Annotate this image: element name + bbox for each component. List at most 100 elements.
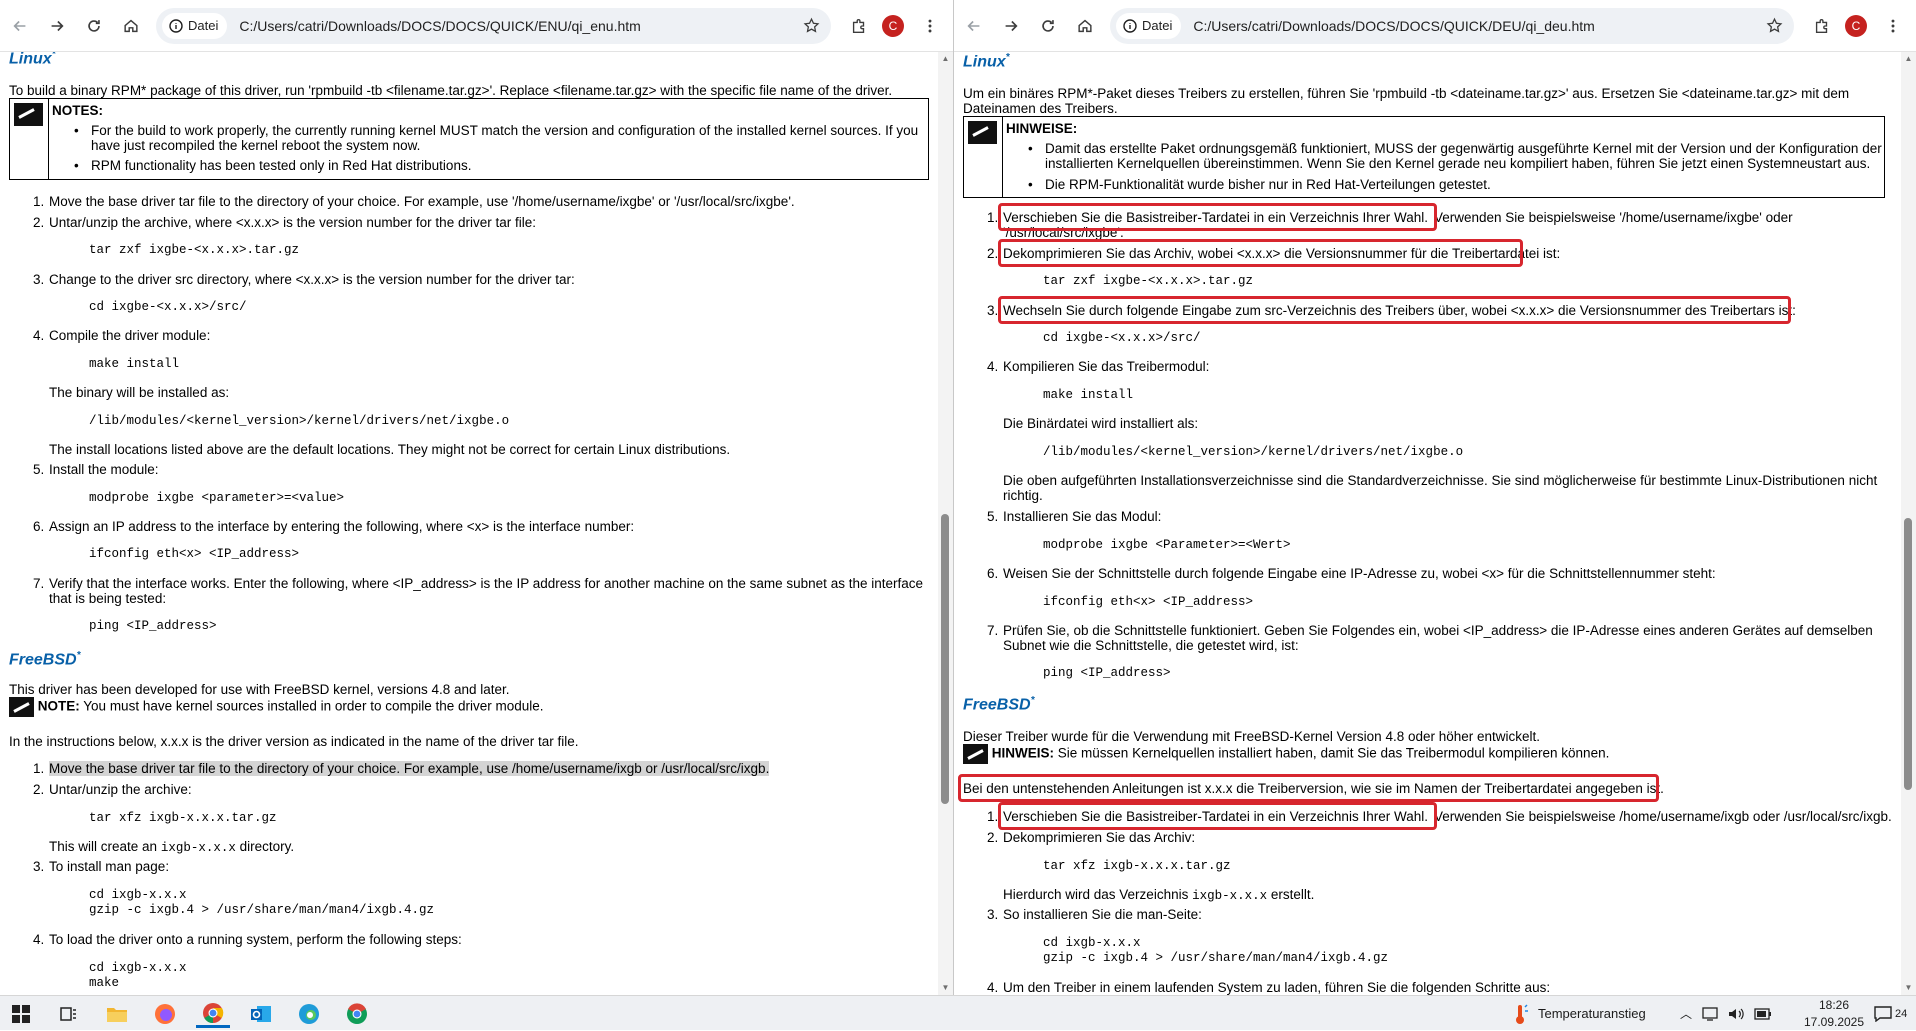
scroll-up-icon[interactable]: ▲ (940, 54, 951, 64)
battery-icon[interactable] (1754, 1007, 1772, 1020)
outlook-icon[interactable] (244, 1000, 278, 1028)
notes-box: HINWEISE: Damit das erstellte Paket ordn… (963, 116, 1885, 198)
notification-center[interactable]: 24 (1874, 996, 1907, 1031)
step-4: Kompilieren Sie das Treibermodul: (1003, 359, 1210, 374)
rpm-intro: To build a binary RPM* package of this d… (9, 83, 893, 98)
step-1: Move the base driver tar file to the dir… (49, 194, 795, 209)
url-text[interactable]: C:/Users/catri/Downloads/DOCS/DOCS/QUICK… (1193, 18, 1760, 34)
text: erstellt. (1270, 887, 1315, 902)
start-windows-icon[interactable] (4, 1000, 38, 1028)
code-ifconfig: ifconfig eth<x> <IP_address> (1043, 595, 1254, 609)
fb-step-4: Um den Treiber in einem laufenden System… (1003, 980, 1551, 995)
menu-kebab-icon[interactable] (1876, 9, 1910, 43)
bookmark-star-icon[interactable] (797, 12, 825, 40)
tray-chevron-up-icon[interactable]: ︿ (1680, 1005, 1692, 1022)
code-ping: ping <IP_address> (89, 619, 217, 633)
fb-step-4: To load the driver onto a running system… (49, 932, 462, 947)
chat-bubble-icon (1874, 1005, 1892, 1022)
extensions-icon[interactable] (842, 9, 876, 43)
vertical-scrollbar[interactable]: ▲ ▼ (1901, 52, 1916, 995)
heading-sup: * (76, 650, 81, 661)
address-bar[interactable]: Datei C:/Users/catri/Downloads/DOCS/DOCS… (156, 7, 831, 44)
url-text[interactable]: C:/Users/catri/Downloads/DOCS/DOCS/QUICK… (239, 18, 797, 34)
step-number: 1. (33, 194, 45, 209)
step-number: 4. (33, 932, 45, 947)
browser-window-right: Datei C:/Users/catri/Downloads/DOCS/DOCS… (954, 0, 1916, 995)
forward-button[interactable] (994, 9, 1028, 43)
file-explorer-icon[interactable] (100, 1000, 134, 1028)
forward-button[interactable] (40, 9, 74, 43)
clock[interactable]: 18:26 17.09.2025 (1804, 996, 1864, 1031)
fb-step-1-selected[interactable]: Move the base driver tar file to the dir… (49, 761, 770, 776)
linux-heading-text: Linux (9, 52, 52, 68)
chrome-alt-icon[interactable] (340, 1000, 374, 1028)
fb-step-1-rest: Verwenden Sie beispielsweise /home/usern… (1434, 809, 1892, 824)
freebsd-intro: Dieser Treiber wurde für die Verwendung … (963, 729, 1541, 744)
note-text: You must have kernel sources installed i… (83, 698, 544, 714)
page-content: Linux* Um ein binäres RPM*-Paket dieses … (954, 52, 1916, 995)
back-arrow-icon (967, 20, 980, 31)
note-item-2: RPM functionality has been tested only i… (74, 158, 471, 173)
profile-avatar[interactable]: C (882, 14, 904, 37)
notes-title: NOTES: (52, 103, 104, 118)
step-number: 2. (987, 246, 999, 261)
note-label: NOTE: (37, 698, 80, 714)
note-pencil-icon (963, 744, 988, 764)
highlight-box (998, 296, 1791, 324)
vertical-scrollbar[interactable]: ▲ ▼ (938, 52, 953, 995)
step-2: Untar/unzip the archive, where <x.x.x> i… (49, 215, 536, 230)
menu-kebab-icon[interactable] (913, 9, 947, 43)
network-icon[interactable] (1702, 1006, 1718, 1021)
step-number: 2. (33, 782, 45, 797)
text: directory. (239, 839, 295, 854)
step-number: 3. (33, 272, 45, 287)
rpm-intro: Um ein binäres RPM*-Paket dieses Treiber… (963, 86, 1850, 101)
fb-step-2: Dekomprimieren Sie das Archiv: (1003, 830, 1196, 845)
heading-sup: * (1005, 52, 1010, 63)
code-cd: cd ixgbe-<x.x.x>/src/ (1043, 331, 1201, 345)
bookmark-star-icon[interactable] (1760, 12, 1788, 40)
edge-icon[interactable] (292, 1000, 326, 1028)
weather-widget[interactable]: Temperaturanstieg (1512, 996, 1646, 1031)
weather-text: Temperaturanstieg (1538, 1006, 1646, 1021)
scroll-down-icon[interactable]: ▼ (940, 983, 951, 993)
inline-code: ixgb-x.x.x (160, 841, 236, 855)
reload-icon (1042, 19, 1054, 32)
scroll-down-icon[interactable]: ▼ (1903, 983, 1914, 993)
forward-arrow-icon (51, 20, 64, 31)
site-info-chip[interactable]: Datei (1116, 12, 1182, 39)
scrollbar-thumb[interactable] (1904, 518, 1912, 790)
note-text: Sie müssen Kernelquellen installiert hab… (1057, 745, 1610, 761)
freebsd-intro: This driver has been developed for use w… (9, 682, 510, 697)
speaker-icon[interactable] (1728, 1007, 1744, 1021)
back-button[interactable] (957, 9, 991, 43)
home-button[interactable] (1068, 9, 1102, 43)
reload-button[interactable] (1031, 9, 1065, 43)
step-number: 5. (987, 509, 999, 524)
reload-button[interactable] (77, 9, 111, 43)
code-cd: cd ixgbe-<x.x.x>/src/ (89, 300, 247, 314)
step-number: 2. (33, 215, 45, 230)
note-item-1-cont: have just recompiled the kernel reboot t… (91, 138, 421, 153)
firefox-icon[interactable] (148, 1000, 182, 1028)
step-number: 3. (987, 303, 999, 318)
profile-avatar[interactable]: C (1845, 14, 1867, 37)
scrollbar-thumb[interactable] (941, 514, 949, 804)
scroll-up-icon[interactable]: ▲ (1903, 54, 1914, 64)
address-bar[interactable]: Datei C:/Users/catri/Downloads/DOCS/DOCS… (1110, 7, 1794, 44)
browser-toolbar: Datei C:/Users/catri/Downloads/DOCS/DOCS… (0, 0, 953, 52)
info-icon (169, 18, 183, 33)
back-button[interactable] (3, 9, 37, 43)
site-info-chip[interactable]: Datei (162, 12, 228, 39)
step-4-binary: The binary will be installed as: (49, 385, 230, 400)
site-info-label: Datei (188, 18, 219, 33)
chrome-icon[interactable] (196, 1000, 230, 1028)
highlight-box (958, 774, 1659, 802)
inline-code: ixgb-x.x.x (1192, 889, 1268, 903)
step-5: Installieren Sie das Modul: (1003, 509, 1162, 524)
fb-step-3: To install man page: (49, 859, 170, 874)
extensions-icon[interactable] (1805, 9, 1839, 43)
task-view-icon[interactable] (52, 1000, 86, 1028)
home-button[interactable] (114, 9, 148, 43)
fb-code-gzip: gzip -c ixgb.4 > /usr/share/man/man4/ixg… (89, 903, 435, 917)
